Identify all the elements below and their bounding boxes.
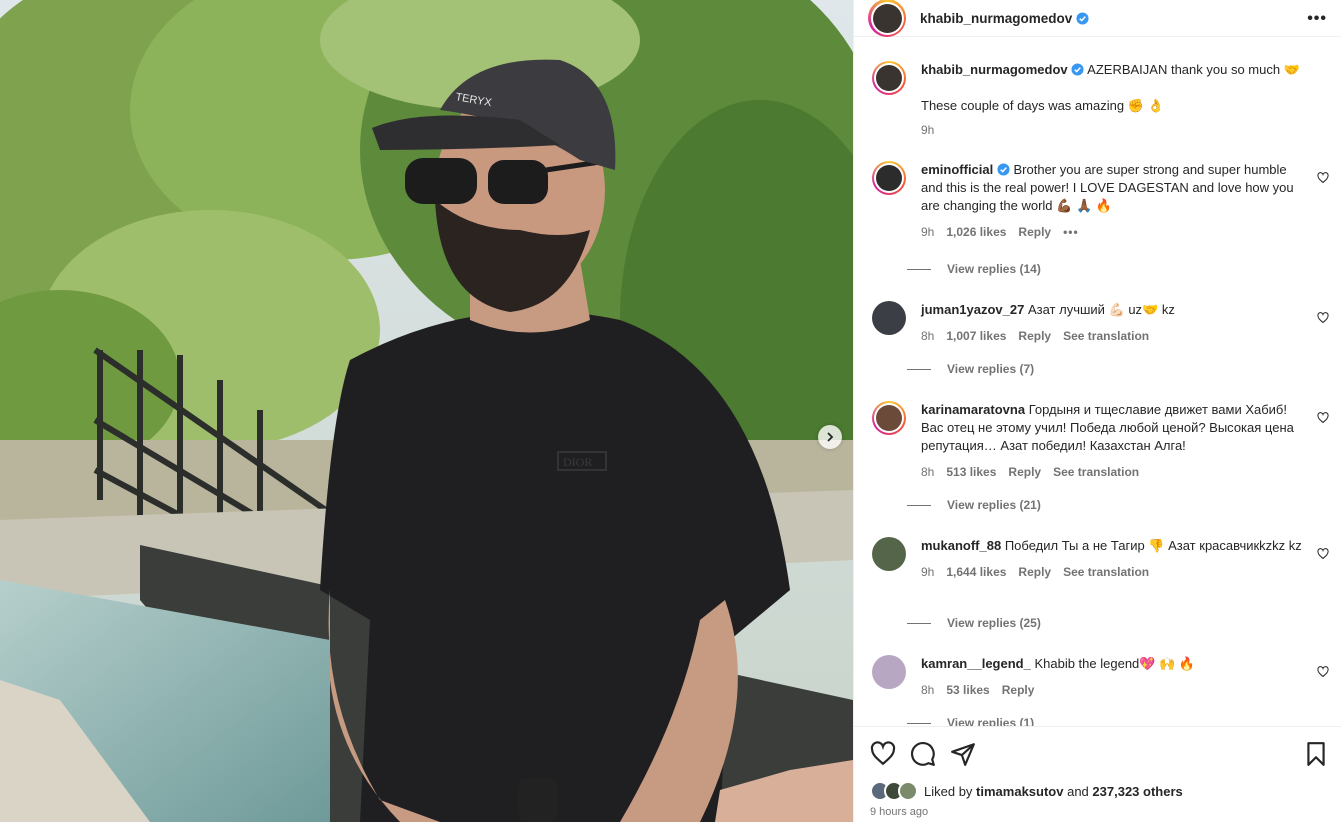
chevron-right-icon: [827, 432, 834, 442]
comment-time: 8h: [921, 329, 935, 343]
caption-text-line2: These couple of days was amazing ✊ 👌: [921, 98, 1164, 113]
comment-username[interactable]: mukanoff_88: [921, 538, 1001, 553]
post-actions: Liked by timamaksutov and 237,323 others…: [854, 726, 1341, 822]
comment-more-icon[interactable]: •••: [1063, 223, 1079, 241]
comment-likes[interactable]: 53 likes: [946, 681, 989, 699]
comment-item: eminofficial Brother you are super stron…: [872, 161, 1329, 241]
reply-button[interactable]: Reply: [1018, 223, 1051, 241]
comment-avatar[interactable]: [872, 537, 906, 571]
view-replies-button[interactable]: View replies (7): [907, 362, 1034, 376]
comment-item: karinamaratovna Гордыня и тщеславие движ…: [872, 401, 1329, 481]
caption-time: 9h: [921, 123, 935, 137]
liked-by-user[interactable]: timamaksutov: [976, 784, 1063, 799]
author-username[interactable]: khabib_nurmagomedov: [920, 11, 1072, 26]
comment-like-heart-icon[interactable]: [1317, 548, 1329, 560]
see-translation-button[interactable]: See translation: [1063, 563, 1149, 581]
comment-icon[interactable]: [910, 741, 936, 767]
comment-item: mukanoff_88 Победил Ты а не Тагир 👎 Азат…: [872, 537, 1329, 581]
reply-button[interactable]: Reply: [1018, 327, 1051, 345]
liked-by-avatars: [870, 781, 918, 801]
reply-button[interactable]: Reply: [1008, 463, 1041, 481]
comment-like-heart-icon[interactable]: [1317, 412, 1329, 424]
liked-by-summary[interactable]: Liked by timamaksutov and 237,323 others: [870, 781, 1183, 801]
view-replies-button[interactable]: View replies (25): [907, 616, 1041, 630]
post-sidebar: khabib_nurmagomedov ••• khabib_nurmagome…: [853, 0, 1341, 822]
view-replies-button[interactable]: View replies (1): [907, 716, 1034, 726]
comment-avatar[interactable]: [872, 161, 906, 195]
comment-like-heart-icon[interactable]: [1317, 666, 1329, 678]
comment-time: 9h: [921, 225, 935, 239]
comment-item: juman1yazov_27 Азат лучший 💪🏻 uz🤝 kz 8h …: [872, 301, 1329, 345]
comment-avatar[interactable]: [872, 301, 906, 335]
post-header: khabib_nurmagomedov •••: [854, 0, 1341, 37]
comment-time: 9h: [921, 565, 935, 579]
caption-username[interactable]: khabib_nurmagomedov: [921, 62, 1068, 77]
caption-text-line1: AZERBAIJAN thank you so much 🤝: [1087, 62, 1300, 77]
comments-list[interactable]: khabib_nurmagomedov AZERBAIJAN thank you…: [854, 48, 1341, 726]
bookmark-icon[interactable]: [1303, 741, 1329, 767]
post-caption: khabib_nurmagomedov AZERBAIJAN thank you…: [872, 61, 1329, 139]
post-timestamp[interactable]: 9 hours ago: [870, 806, 928, 818]
comment-likes[interactable]: 1,026 likes: [946, 223, 1006, 241]
caption-avatar[interactable]: [872, 61, 906, 95]
view-replies-button[interactable]: View replies (21): [907, 498, 1041, 512]
author-avatar[interactable]: [868, 0, 906, 37]
comment-username[interactable]: eminofficial: [921, 162, 993, 177]
comment-avatar[interactable]: [872, 655, 906, 689]
share-icon[interactable]: [950, 741, 976, 767]
reply-button[interactable]: Reply: [1002, 681, 1035, 699]
comment-like-heart-icon[interactable]: [1317, 172, 1329, 184]
heart-icon[interactable]: [870, 741, 896, 767]
comment-text: Азат лучший 💪🏻 uz🤝 kz: [1027, 302, 1175, 317]
see-translation-button[interactable]: See translation: [1053, 463, 1139, 481]
comment-text: Победил Ты а не Тагир 👎 Азат красавчикkz…: [1004, 538, 1302, 553]
comment-text: Khabib the legend💖 🙌 🔥: [1034, 656, 1196, 671]
comment-time: 8h: [921, 683, 935, 697]
comment-likes[interactable]: 513 likes: [946, 463, 996, 481]
comment-avatar[interactable]: [872, 401, 906, 435]
verified-badge-icon: [997, 163, 1010, 176]
comment-time: 8h: [921, 465, 935, 479]
comment-username[interactable]: kamran__legend_: [921, 656, 1031, 671]
comment-likes[interactable]: 1,644 likes: [946, 563, 1006, 581]
verified-badge-icon: [1076, 11, 1089, 25]
reply-button[interactable]: Reply: [1018, 563, 1051, 581]
post-photo: TERYX DIOR: [0, 0, 853, 822]
comment-like-heart-icon[interactable]: [1317, 312, 1329, 324]
more-options-icon[interactable]: •••: [1307, 10, 1327, 28]
next-photo-button[interactable]: [818, 425, 842, 449]
comment-username[interactable]: karinamaratovna: [921, 402, 1025, 417]
comment-item: kamran__legend_ Khabib the legend💖 🙌 🔥 8…: [872, 655, 1329, 699]
see-translation-button[interactable]: See translation: [1063, 327, 1149, 345]
verified-badge-icon: [1071, 63, 1084, 76]
post-photo-image: TERYX DIOR: [0, 0, 853, 822]
view-replies-button[interactable]: View replies (14): [907, 262, 1041, 276]
likes-count[interactable]: 237,323 others: [1092, 784, 1182, 799]
comment-username[interactable]: juman1yazov_27: [921, 302, 1024, 317]
comment-likes[interactable]: 1,007 likes: [946, 327, 1006, 345]
svg-text:DIOR: DIOR: [563, 455, 592, 469]
